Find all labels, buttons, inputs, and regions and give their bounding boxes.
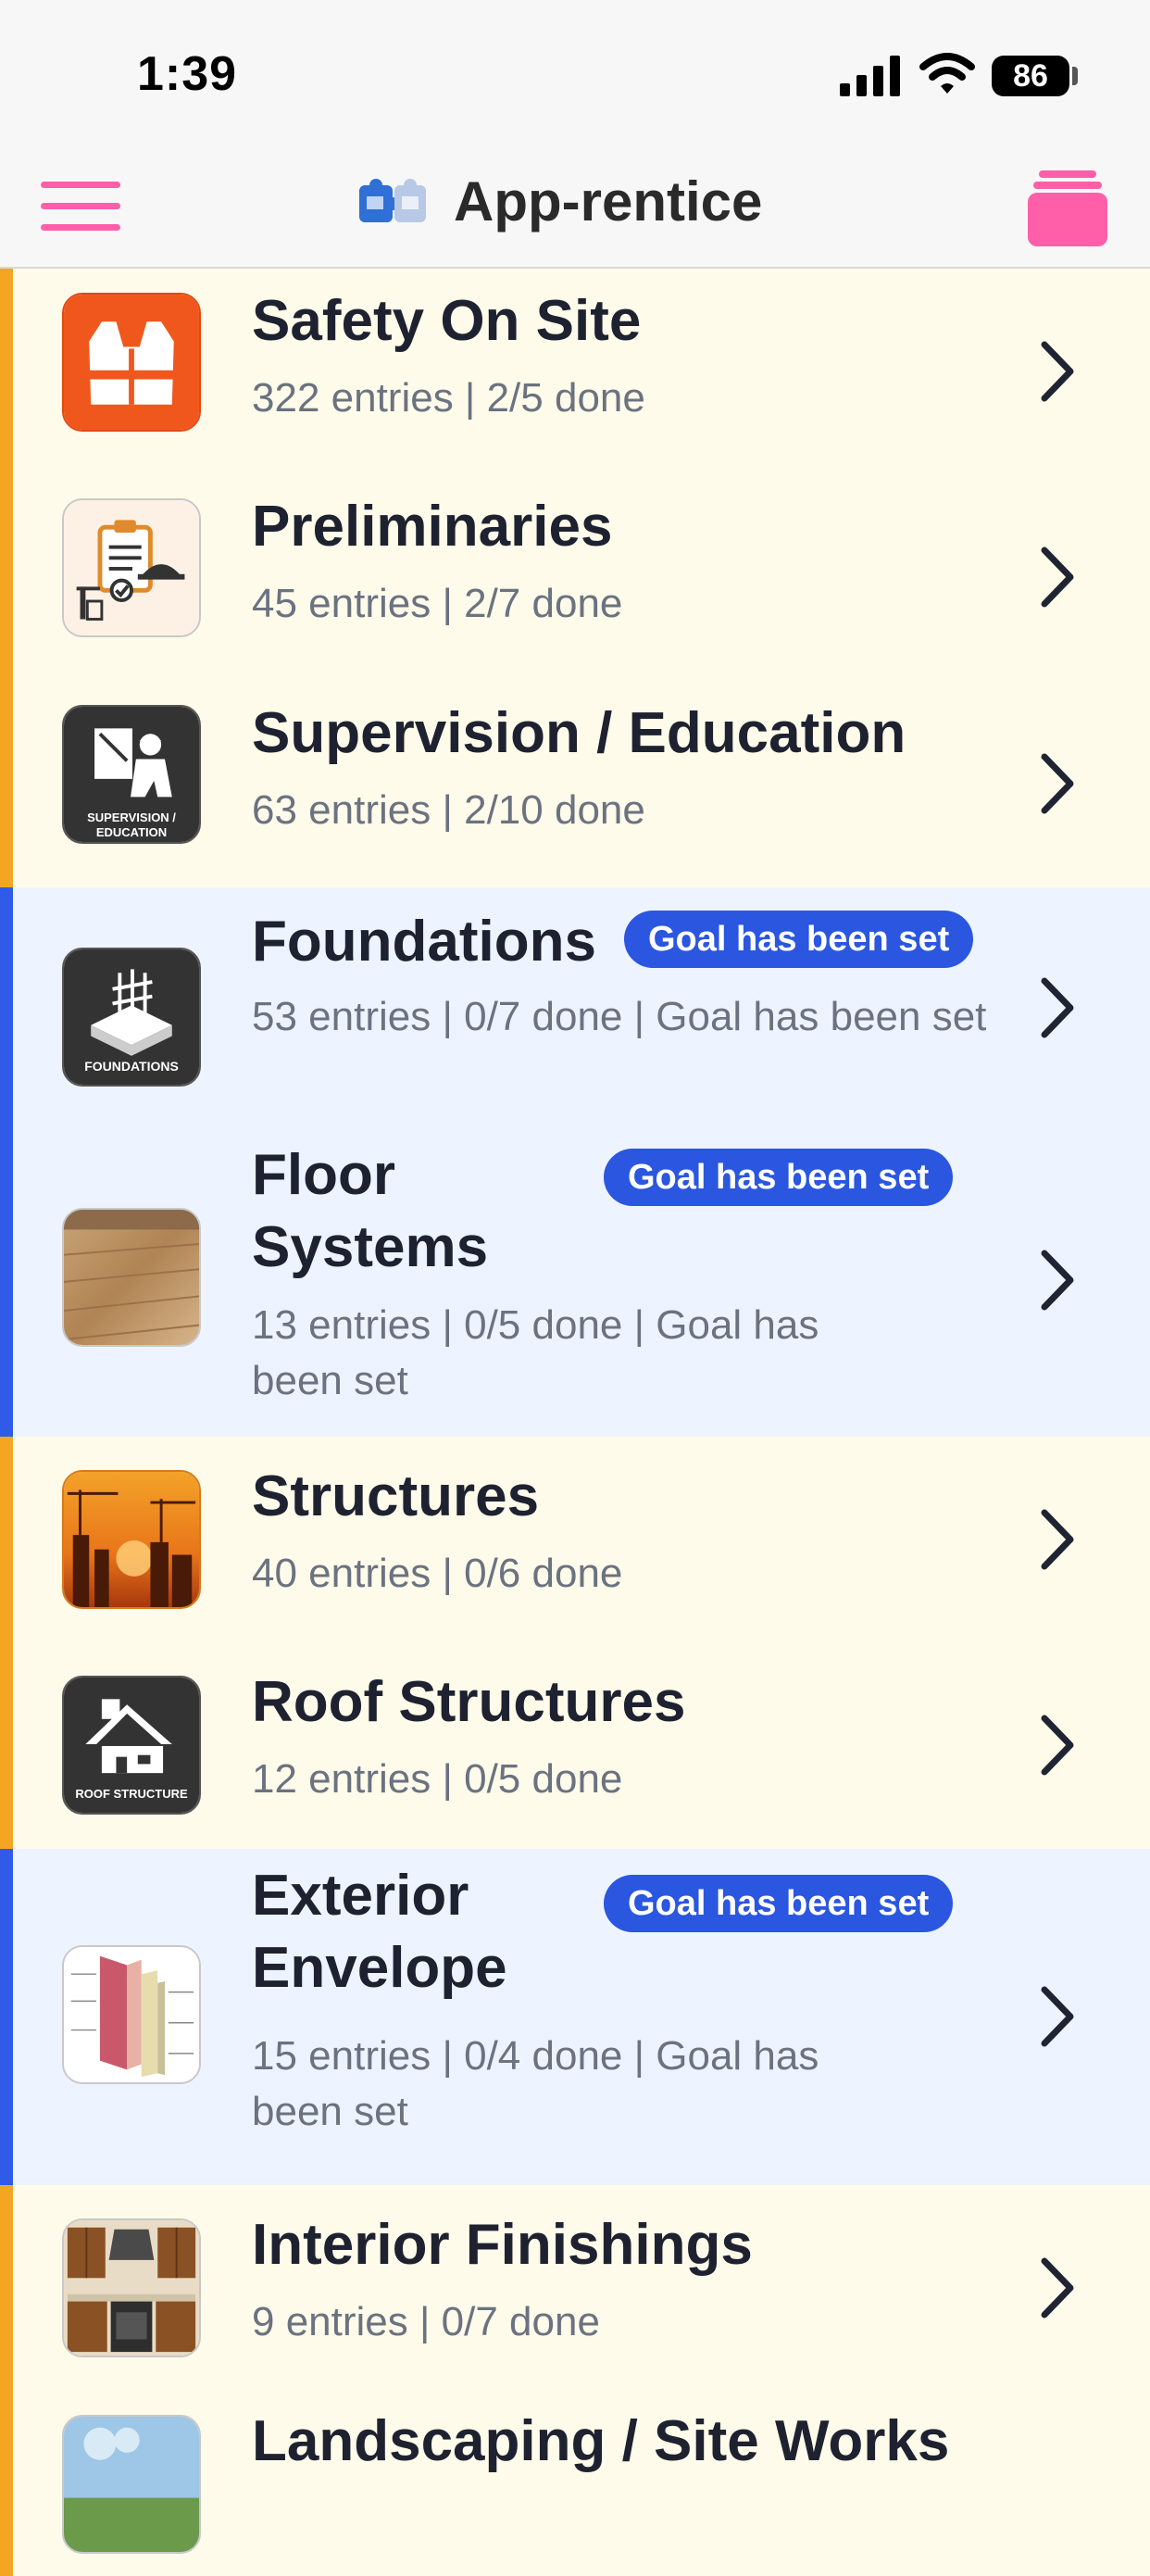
chevron-right-icon bbox=[1041, 753, 1074, 814]
stack-icon[interactable] bbox=[1026, 169, 1109, 248]
row-accent bbox=[0, 2185, 13, 2391]
category-list: Safety On Site 322 entries | 2/5 done Pr… bbox=[0, 269, 1150, 2576]
row-subtitle: 53 entries | 0/7 done | Goal has been se… bbox=[252, 994, 987, 1039]
chevron-right-icon bbox=[1041, 1509, 1074, 1570]
row-title: Foundations bbox=[252, 910, 596, 974]
roof-structure-icon: ROOF STRUCTURE bbox=[62, 1676, 201, 1815]
row-title: Landscaping / Site Works bbox=[252, 2409, 950, 2473]
row-accent bbox=[0, 474, 13, 681]
list-item[interactable]: SUPERVISION / EDUCATION Supervision / Ed… bbox=[0, 681, 1150, 887]
row-title: Preliminaries bbox=[252, 495, 613, 559]
row-subtitle: 12 entries | 0/5 done bbox=[252, 1756, 623, 1802]
nav-bar: App-rentice bbox=[0, 148, 1150, 269]
row-accent bbox=[0, 1849, 13, 2185]
puzzle-logo-icon bbox=[359, 179, 426, 222]
chevron-right-icon bbox=[1041, 2257, 1074, 2318]
row-subtitle: 40 entries | 0/6 done bbox=[252, 1551, 623, 1596]
row-subtitle: 9 entries | 0/7 done bbox=[252, 2299, 600, 2344]
chevron-right-icon bbox=[1041, 341, 1074, 402]
battery-level: 86 bbox=[1013, 57, 1048, 94]
wifi-icon bbox=[919, 53, 975, 94]
row-title: Roof Structures bbox=[252, 1670, 686, 1734]
chevron-right-icon bbox=[1041, 977, 1074, 1038]
chevron-right-icon bbox=[1041, 547, 1074, 608]
landscape-photo bbox=[62, 2415, 201, 2554]
list-item[interactable]: ROOF STRUCTURE Roof Structures 12 entrie… bbox=[0, 1642, 1150, 1849]
list-item[interactable]: Floor Systems Goal has been set 13 entri… bbox=[0, 1128, 1150, 1437]
goal-badge: Goal has been set bbox=[604, 1149, 954, 1206]
row-accent bbox=[0, 887, 13, 1128]
list-item[interactable]: FOUNDATIONS Foundations Goal has been se… bbox=[0, 887, 1150, 1128]
row-subtitle: 45 entries | 2/7 done bbox=[252, 581, 623, 626]
wall-section-diagram bbox=[62, 1945, 201, 2084]
list-item[interactable]: Structures 40 entries | 0/6 done bbox=[0, 1437, 1150, 1642]
chevron-right-icon bbox=[1041, 1715, 1074, 1776]
list-item[interactable]: Interior Finishings 9 entries | 0/7 done bbox=[0, 2185, 1150, 2391]
battery-nub bbox=[1072, 67, 1078, 85]
list-item[interactable]: Safety On Site 322 entries | 2/5 done bbox=[0, 269, 1150, 474]
signal-icon bbox=[840, 56, 900, 96]
row-title: Floor Systems bbox=[252, 1143, 489, 1279]
row-title: Safety On Site bbox=[252, 289, 642, 353]
row-title: Structures bbox=[252, 1464, 540, 1528]
row-title: Supervision / Education bbox=[252, 701, 906, 765]
hamburger-menu-icon[interactable] bbox=[39, 176, 122, 237]
row-accent bbox=[0, 269, 13, 474]
chevron-right-icon bbox=[1041, 1986, 1074, 2047]
status-time: 1:39 bbox=[137, 47, 238, 101]
icon-caption: SUPERVISION / EDUCATION bbox=[87, 810, 176, 839]
row-subtitle: 15 entries | 0/4 done | Goal has been se… bbox=[252, 2033, 819, 2134]
foundations-icon: FOUNDATIONS bbox=[62, 948, 201, 1087]
chevron-right-icon bbox=[1041, 1250, 1074, 1311]
construction-sunset-photo bbox=[62, 1470, 201, 1609]
status-bar: 1:39 86 bbox=[0, 0, 1150, 148]
supervision-education-icon: SUPERVISION / EDUCATION bbox=[62, 705, 201, 844]
row-accent bbox=[0, 1642, 13, 1849]
list-item[interactable]: Preliminaries 45 entries | 2/7 done bbox=[0, 474, 1150, 681]
row-accent bbox=[0, 1437, 13, 1642]
row-subtitle: 13 entries | 0/5 done | Goal has been se… bbox=[252, 1302, 819, 1403]
row-title: Exterior Envelope bbox=[252, 1864, 507, 2000]
row-accent bbox=[0, 681, 13, 887]
kitchen-photo bbox=[62, 2218, 201, 2357]
clipboard-hardhat-icon bbox=[62, 498, 201, 637]
row-accent bbox=[0, 1128, 13, 1437]
row-subtitle: 322 entries | 2/5 done bbox=[252, 375, 645, 421]
row-title: Interior Finishings bbox=[252, 2213, 753, 2277]
wood-floor-photo bbox=[62, 1208, 201, 1347]
icon-caption: FOUNDATIONS bbox=[84, 1059, 179, 1074]
list-item[interactable]: Landscaping / Site Works bbox=[0, 2391, 1150, 2576]
goal-badge: Goal has been set bbox=[624, 911, 974, 968]
battery-icon: 86 bbox=[992, 56, 1069, 96]
goal-badge: Goal has been set bbox=[604, 1875, 954, 1932]
safety-vest-icon bbox=[62, 293, 201, 432]
row-subtitle: 63 entries | 2/10 done bbox=[252, 787, 645, 833]
icon-caption: ROOF STRUCTURE bbox=[75, 1787, 188, 1801]
list-item[interactable]: Exterior Envelope Goal has been set 15 e… bbox=[0, 1849, 1150, 2185]
app-title: App-rentice bbox=[454, 170, 763, 232]
row-accent bbox=[0, 2391, 13, 2576]
